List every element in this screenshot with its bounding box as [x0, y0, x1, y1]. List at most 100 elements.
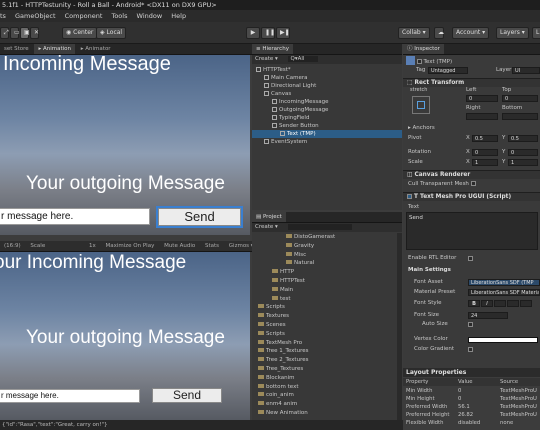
- hierarchy-row[interactable]: TypingField: [252, 114, 402, 122]
- menu-item-component[interactable]: Component: [65, 12, 103, 20]
- strikethrough-toggle[interactable]: [507, 300, 519, 307]
- tab-project[interactable]: ▤ Project: [252, 212, 286, 222]
- custom-tool-icon[interactable]: ✕: [30, 27, 39, 39]
- text-area[interactable]: Send: [406, 212, 538, 250]
- pivot-center-button[interactable]: ◉ Center: [62, 27, 98, 39]
- layer-dropdown[interactable]: UI: [512, 67, 540, 74]
- font-asset-field[interactable]: LiberationSans SDF (TMP: [468, 279, 540, 286]
- pivot-x-field[interactable]: 0.5: [472, 135, 498, 142]
- gizmos-dropdown[interactable]: Gizmos ▾: [225, 241, 252, 251]
- rect-tool-icon[interactable]: ▭: [10, 27, 20, 39]
- project-row[interactable]: Blockanim: [252, 374, 397, 382]
- hierarchy-row[interactable]: OutgoingMessage: [252, 106, 402, 114]
- project-row[interactable]: coin_anim: [252, 391, 397, 399]
- hierarchy-row[interactable]: EventSystem: [252, 138, 402, 146]
- material-preset-dropdown[interactable]: LiberationSans SDF Materia: [468, 289, 540, 296]
- pivot-y-field[interactable]: 0.5: [508, 135, 538, 142]
- project-row[interactable]: Natural: [252, 259, 397, 267]
- project-row[interactable]: Gravity: [252, 242, 397, 250]
- project-row[interactable]: New Animation: [252, 409, 397, 417]
- menu-item-tools-prefix[interactable]: ts: [0, 12, 6, 20]
- anchor-preset-icon[interactable]: [412, 96, 430, 114]
- auto-size-checkbox[interactable]: [468, 322, 473, 327]
- project-search-input[interactable]: [287, 224, 353, 230]
- pause-button[interactable]: ❚❚: [261, 27, 275, 39]
- anchors-foldout[interactable]: ▸ Anchors: [408, 124, 435, 133]
- project-row[interactable]: Tree_Textures: [252, 365, 397, 373]
- message-input[interactable]: r message here.: [0, 208, 150, 225]
- project-row[interactable]: bottom text: [252, 383, 397, 391]
- project-row[interactable]: Textures: [252, 312, 397, 320]
- hierarchy-row[interactable]: Directional Light: [252, 82, 402, 90]
- lowercase-toggle[interactable]: [520, 300, 532, 307]
- project-row[interactable]: Scenes: [252, 321, 397, 329]
- rtl-editor-checkbox[interactable]: [468, 256, 473, 261]
- play-button[interactable]: ▶: [246, 27, 260, 39]
- tag-dropdown[interactable]: Untagged: [428, 67, 468, 74]
- cull-checkbox[interactable]: [470, 181, 476, 186]
- rotation-y-field[interactable]: 0: [508, 149, 538, 156]
- rotation-x-field[interactable]: 0: [472, 149, 498, 156]
- aspect-dropdown[interactable]: (16:9): [0, 241, 25, 251]
- tab-inspector[interactable]: ⓘ Inspector: [403, 44, 444, 54]
- layout-properties-header[interactable]: Layout Properties: [403, 368, 540, 377]
- menu-item-help[interactable]: Help: [171, 12, 186, 20]
- font-size-field[interactable]: 24: [468, 312, 508, 319]
- hierarchy-search-input[interactable]: Q▾All: [287, 56, 319, 62]
- left-field[interactable]: 0: [466, 95, 498, 102]
- active-checkbox[interactable]: [416, 59, 422, 64]
- cloud-icon[interactable]: ☁: [434, 27, 444, 39]
- vertex-color-swatch[interactable]: [468, 337, 538, 343]
- tab-animation[interactable]: ▸ Animation: [34, 44, 76, 54]
- bold-toggle[interactable]: B: [468, 300, 480, 307]
- layout-button[interactable]: L: [532, 27, 540, 39]
- hierarchy-row[interactable]: HTTPTest*: [252, 66, 402, 74]
- scale-tool-icon[interactable]: ⤢: [0, 27, 9, 39]
- color-gradient-checkbox[interactable]: [468, 347, 473, 352]
- hierarchy-row[interactable]: IncomingMessage: [252, 98, 402, 106]
- project-row[interactable]: Tree 1_Textures: [252, 347, 397, 355]
- project-row[interactable]: HTTP: [252, 268, 397, 276]
- right-field[interactable]: [466, 113, 498, 120]
- project-create-button[interactable]: Create ▾: [255, 224, 278, 230]
- maximize-on-play-toggle[interactable]: Maximize On Play: [101, 241, 158, 251]
- project-row[interactable]: Misc: [252, 251, 397, 259]
- hierarchy-row[interactable]: Main Camera: [252, 74, 402, 82]
- layers-button[interactable]: Layers ▾: [496, 27, 529, 39]
- project-row[interactable]: DistoGamerast: [252, 233, 397, 241]
- tmp-enabled-checkbox[interactable]: [407, 194, 412, 199]
- project-scrollbar[interactable]: [397, 233, 402, 420]
- project-row[interactable]: TextMesh Pro: [252, 339, 397, 347]
- transform-tool-icon[interactable]: ▣: [20, 27, 30, 39]
- tmp-component-header[interactable]: T Text Mesh Pro UGUI (Script): [403, 192, 540, 201]
- object-name-field[interactable]: Text (TMP): [424, 59, 453, 65]
- hierarchy-create-button[interactable]: Create ▾: [255, 56, 278, 62]
- account-button[interactable]: Account ▾: [452, 27, 490, 39]
- scale-y-field[interactable]: 1: [508, 159, 538, 166]
- game-view[interactable]: our Incoming Message Your outgoing Messa…: [0, 252, 250, 420]
- tab-animator[interactable]: ▸ Animator: [77, 44, 115, 54]
- bottom-field[interactable]: [502, 113, 538, 120]
- project-row[interactable]: Main: [252, 286, 397, 294]
- mute-audio-toggle[interactable]: Mute Audio: [160, 241, 199, 251]
- top-field[interactable]: 0: [502, 95, 538, 102]
- project-row[interactable]: enm4 anim: [252, 400, 397, 408]
- menu-item-window[interactable]: Window: [137, 12, 163, 20]
- hierarchy-row[interactable]: Canvas: [252, 90, 402, 98]
- canvas-renderer-header[interactable]: ◫ Canvas Renderer: [403, 170, 540, 179]
- menu-item-gameobject[interactable]: GameObject: [15, 12, 56, 20]
- collab-button[interactable]: Collab ▾: [398, 27, 430, 39]
- project-row[interactable]: Scripts: [252, 330, 397, 338]
- message-input-game[interactable]: r message here.: [0, 389, 140, 403]
- pivot-local-button[interactable]: ◈ Local: [96, 27, 127, 39]
- tab-asset-store[interactable]: set Store: [0, 44, 33, 54]
- stats-toggle[interactable]: Stats: [201, 241, 223, 251]
- scene-view[interactable]: Incoming Message Your outgoing Message r…: [0, 55, 250, 235]
- menu-item-tools[interactable]: Tools: [111, 12, 127, 20]
- scale-x-field[interactable]: 1: [472, 159, 498, 166]
- console-status[interactable]: {"id":"Rasa","text":"Great, carry on!"}: [0, 420, 403, 430]
- hierarchy-row[interactable]: Sender Button: [252, 122, 402, 130]
- project-row[interactable]: Tree 2_Textures: [252, 356, 397, 364]
- project-row[interactable]: HTTPTest: [252, 277, 397, 285]
- send-button-game[interactable]: Send: [152, 388, 222, 403]
